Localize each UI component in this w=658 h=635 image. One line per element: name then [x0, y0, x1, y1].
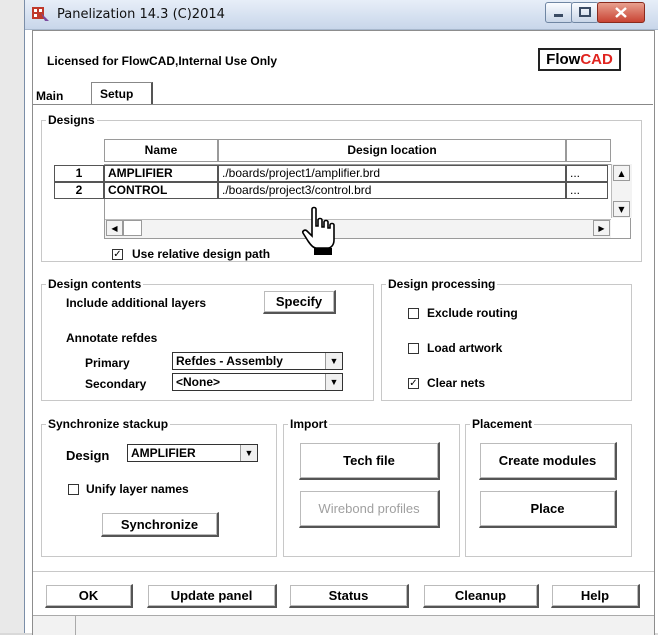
panelization-window: Panelization 14.3 (C)2014 Licensed for F…	[24, 0, 658, 635]
tab-setup-label: Setup	[100, 87, 134, 101]
unify-layer-names-checkbox[interactable]	[68, 484, 79, 495]
clear-nets-label: Clear nets	[427, 376, 486, 390]
load-artwork-checkbox[interactable]	[408, 343, 419, 354]
synchronize-button[interactable]: Synchronize	[101, 512, 219, 537]
scroll-right-arrow-icon[interactable]: ▶	[593, 220, 610, 236]
tab-divider	[33, 104, 653, 105]
close-button[interactable]	[597, 2, 645, 23]
primary-refdes-select[interactable]: Refdes - Assembly ▼	[172, 352, 343, 370]
title-bar[interactable]: Panelization 14.3 (C)2014	[25, 0, 658, 30]
status-bar	[33, 615, 654, 635]
place-button[interactable]: Place	[479, 490, 617, 528]
unify-layer-names-label: Unify layer names	[86, 482, 189, 496]
help-button[interactable]: Help	[551, 584, 640, 608]
close-icon	[615, 7, 627, 18]
include-layers-label: Include additional layers	[66, 296, 207, 310]
tech-file-button[interactable]: Tech file	[299, 442, 440, 480]
horizontal-scrollbar[interactable]	[105, 219, 611, 238]
scroll-down-arrow-icon[interactable]: ▼	[613, 201, 630, 217]
browse-cell[interactable]: ...	[566, 182, 608, 199]
horizontal-scroll-thumb[interactable]	[123, 220, 142, 236]
designs-group-label: Designs	[46, 113, 97, 127]
app-icon	[32, 7, 49, 21]
update-panel-button[interactable]: Update panel	[147, 584, 277, 608]
design-name-cell[interactable]: CONTROL	[104, 182, 218, 199]
load-artwork-label: Load artwork	[427, 341, 503, 355]
secondary-refdes-select[interactable]: <None> ▼	[172, 373, 343, 391]
maximize-button[interactable]	[571, 2, 599, 23]
exclude-routing-label: Exclude routing	[427, 306, 518, 320]
logo-flow: Flow	[546, 51, 581, 68]
bottom-divider	[33, 571, 654, 572]
design-processing-group-label: Design processing	[386, 277, 498, 291]
secondary-label: Secondary	[85, 377, 147, 391]
import-group-label: Import	[288, 417, 330, 431]
row-number-1[interactable]: 1	[54, 165, 104, 182]
placement-group-label: Placement	[470, 417, 535, 431]
minimize-button[interactable]	[545, 2, 573, 23]
relative-path-label: Use relative design path	[132, 247, 271, 261]
design-location-cell[interactable]: ./boards/project1/amplifier.brd	[218, 165, 566, 182]
tab-main[interactable]: Main	[36, 89, 63, 103]
design-label: Design	[66, 448, 110, 463]
sync-stackup-group-label: Synchronize stackup	[46, 417, 171, 431]
chevron-down-icon[interactable]: ▼	[325, 353, 342, 369]
column-header-location[interactable]: Design location	[218, 139, 566, 162]
stackup-design-value: AMPLIFIER	[131, 446, 196, 460]
logo-cad: CAD	[580, 51, 613, 68]
design-name-cell[interactable]: AMPLIFIER	[104, 165, 218, 182]
chevron-down-icon[interactable]: ▼	[325, 374, 342, 390]
stackup-design-select[interactable]: AMPLIFIER ▼	[127, 444, 258, 462]
scroll-up-arrow-icon[interactable]: ▲	[613, 165, 630, 181]
secondary-refdes-value: <None>	[176, 375, 221, 389]
design-location-cell[interactable]: ./boards/project3/control.brd	[218, 182, 566, 199]
flowcad-logo: FlowCAD	[538, 48, 621, 71]
primary-refdes-value: Refdes - Assembly	[176, 354, 283, 368]
dialog-client-area: Licensed for FlowCAD,Internal Use Only F…	[32, 30, 655, 635]
specify-button[interactable]: Specify	[263, 290, 336, 314]
tab-setup[interactable]: Setup	[91, 82, 153, 105]
chevron-down-icon[interactable]: ▼	[240, 445, 257, 461]
wirebond-profiles-button[interactable]: Wirebond profiles	[299, 490, 440, 528]
maximize-icon	[579, 7, 591, 17]
license-text: Licensed for FlowCAD,Internal Use Only	[47, 54, 278, 68]
clear-nets-checkbox[interactable]: ✓	[408, 378, 419, 389]
design-contents-group-label: Design contents	[46, 277, 144, 291]
exclude-routing-checkbox[interactable]	[408, 308, 419, 319]
minimize-icon	[554, 14, 563, 17]
ok-button[interactable]: OK	[45, 584, 133, 608]
scroll-left-arrow-icon[interactable]: ◀	[106, 220, 123, 236]
status-bar-separator	[75, 616, 76, 635]
hand-cursor-icon	[302, 206, 335, 255]
annotate-refdes-label: Annotate refdes	[66, 331, 158, 345]
window-title: Panelization 14.3 (C)2014	[57, 7, 225, 22]
create-modules-button[interactable]: Create modules	[479, 442, 617, 480]
cleanup-button[interactable]: Cleanup	[423, 584, 539, 608]
primary-label: Primary	[85, 356, 130, 370]
column-header-name[interactable]: Name	[104, 139, 218, 162]
row-number-2[interactable]: 2	[54, 182, 104, 199]
column-header-browse	[566, 139, 611, 162]
status-button[interactable]: Status	[289, 584, 409, 608]
relative-path-checkbox[interactable]: ✓	[112, 249, 123, 260]
browse-cell[interactable]: ...	[566, 165, 608, 182]
